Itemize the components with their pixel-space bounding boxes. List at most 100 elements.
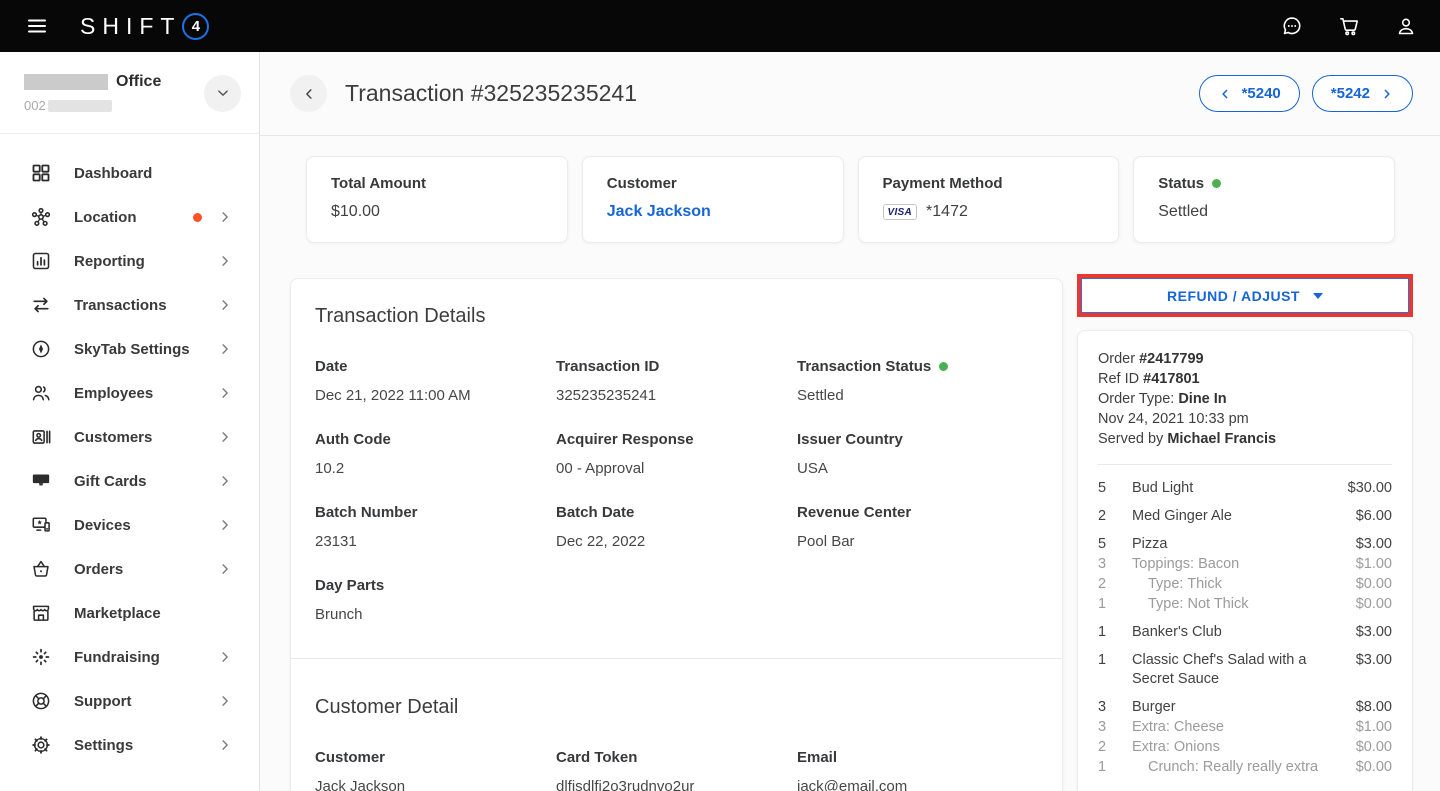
sidebar-item-reporting[interactable]: Reporting: [0, 239, 259, 283]
summary-card-label: Total Amount: [331, 175, 543, 192]
item-name: Extra: Onions: [1132, 738, 1356, 757]
sidebar-item-orders[interactable]: Orders: [0, 547, 259, 591]
field-label: Transaction Status: [797, 358, 1038, 375]
field-batch-number: Batch Number23131: [315, 504, 556, 551]
field-value: 10.2: [315, 460, 556, 478]
order-sidebar: REFUND / ADJUST Order #2417799Ref ID #41…: [1077, 274, 1413, 791]
item-name: Type: Not Thick: [1132, 595, 1356, 614]
item-name: Type: Thick: [1132, 575, 1356, 594]
visa-badge: VISA: [883, 204, 918, 220]
order-info-line: Ref ID #417801: [1098, 369, 1392, 389]
sidebar-item-fundraising[interactable]: Fundraising: [0, 635, 259, 679]
sidebar-nav: DashboardLocation Reporting TransactionsSk…: [0, 134, 259, 784]
top-bar: SHIFT 4: [0, 0, 1440, 52]
dashboard-icon: [30, 162, 52, 184]
settings-icon: [30, 734, 52, 756]
summary-card-label: Customer: [607, 175, 819, 192]
transaction-details-grid: DateDec 21, 2022 11:00 AMTransaction ID3…: [291, 358, 1062, 624]
sidebar-item-gift-cards[interactable]: Gift Cards: [0, 459, 259, 503]
item-qty: 3: [1098, 698, 1132, 717]
prev-transaction-button[interactable]: *5240: [1199, 75, 1300, 112]
orders-icon: [30, 558, 52, 580]
order-item-modifier: 1Type: Not Thick$0.00: [1098, 595, 1392, 614]
field-label: Batch Number: [315, 504, 556, 521]
field-value: Dec 22, 2022: [556, 533, 797, 551]
transactions-icon: [30, 294, 52, 316]
sidebar-item-label: Settings: [74, 737, 133, 754]
field-day-parts: Day PartsBrunch: [315, 577, 556, 624]
order-item: 1Classic Chef's Salad with a Secret Sauc…: [1098, 651, 1392, 689]
summary-card-total-amount: Total Amount$10.00: [306, 156, 568, 243]
order-info-line: Served by Michael Francis: [1098, 429, 1392, 449]
field-batch-date: Batch Date Dec 22, 2022: [556, 504, 797, 551]
item-qty: 3: [1098, 718, 1132, 737]
summary-cards-row: Total Amount$10.00CustomerJack JacksonPa…: [306, 156, 1395, 243]
item-qty: 2: [1098, 738, 1132, 757]
item-price: $30.00: [1348, 479, 1392, 498]
field-transaction-id: Transaction ID325235235241: [556, 358, 797, 405]
sidebar-item-support[interactable]: Support: [0, 679, 259, 723]
sidebar-item-transactions[interactable]: Transactions: [0, 283, 259, 327]
order-info-line: Nov 24, 2021 10:33 pm: [1098, 409, 1392, 429]
chat-icon[interactable]: [1280, 14, 1304, 38]
field-value: 00 - Approval: [556, 460, 797, 478]
item-name: Crunch: Really really extra: [1132, 758, 1356, 777]
office-dropdown-button[interactable]: [204, 75, 241, 112]
status-dot: [1212, 179, 1221, 188]
transaction-details-card: Transaction Details DateDec 21, 2022 11:…: [290, 278, 1063, 791]
order-item-modifier: 2Extra: Onions$0.00: [1098, 738, 1392, 757]
customers-icon: [30, 426, 52, 448]
field-label: Email: [797, 749, 1038, 766]
field-label: Batch Date: [556, 504, 797, 521]
sidebar: Office 002 DashboardLocation Reporting Tra…: [0, 52, 260, 791]
item-name: Burger: [1132, 698, 1356, 717]
next-transaction-label: *5242: [1331, 85, 1370, 102]
field-label: Customer: [315, 749, 556, 766]
field-label: Issuer Country: [797, 431, 1038, 448]
reporting-icon: [30, 250, 52, 272]
devices-icon: [30, 514, 52, 536]
order-item: 5Bud Light$30.00: [1098, 479, 1392, 498]
office-selector: Office 002: [0, 52, 259, 134]
item-price: $0.00: [1356, 595, 1392, 614]
skytab-settings-icon: [30, 338, 52, 360]
refund-adjust-button[interactable]: REFUND / ADJUST: [1081, 278, 1409, 313]
next-transaction-button[interactable]: *5242: [1312, 75, 1413, 112]
chevron-right-icon: [217, 561, 233, 577]
sidebar-item-skytab-settings[interactable]: SkyTab Settings: [0, 327, 259, 371]
order-item-modifier: 3Toppings: Bacon$1.00: [1098, 555, 1392, 574]
office-name: Office: [116, 73, 161, 91]
item-qty: 3: [1098, 555, 1132, 574]
item-price: $0.00: [1356, 758, 1392, 777]
sidebar-item-location[interactable]: Location: [0, 195, 259, 239]
order-item-modifier: 2Type: Thick$0.00: [1098, 575, 1392, 594]
summary-card-status: StatusSettled: [1133, 156, 1395, 243]
account-icon[interactable]: [1394, 14, 1418, 38]
order-info-line: Order Type: Dine In: [1098, 389, 1392, 409]
customer-link[interactable]: Jack Jackson: [607, 201, 819, 223]
field-value: Settled: [797, 387, 1038, 405]
sidebar-item-label: Reporting: [74, 253, 145, 270]
prev-transaction-label: *5240: [1242, 85, 1281, 102]
refund-adjust-label: REFUND / ADJUST: [1167, 288, 1300, 304]
sidebar-item-settings[interactable]: Settings: [0, 723, 259, 767]
field-value: Dec 21, 2022 11:00 AM: [315, 387, 556, 405]
hamburger-menu-button[interactable]: [25, 14, 49, 38]
support-icon: [30, 690, 52, 712]
field-label: Day Parts: [315, 577, 556, 594]
summary-card-value: Settled: [1158, 201, 1370, 223]
sidebar-item-marketplace[interactable]: Marketplace: [0, 591, 259, 635]
redacted-office-name: [24, 74, 108, 90]
field-auth-code: Auth Code10.2: [315, 431, 556, 478]
office-code: 002: [24, 98, 46, 113]
cart-icon[interactable]: [1337, 14, 1361, 38]
sidebar-item-dashboard[interactable]: Dashboard: [0, 151, 259, 195]
gift-cards-icon: [30, 470, 52, 492]
fundraising-icon: [30, 646, 52, 668]
item-price: $1.00: [1356, 718, 1392, 737]
sidebar-item-customers[interactable]: Customers: [0, 415, 259, 459]
chevron-right-icon: [217, 649, 233, 665]
back-button[interactable]: [290, 75, 327, 112]
sidebar-item-employees[interactable]: Employees: [0, 371, 259, 415]
sidebar-item-devices[interactable]: Devices: [0, 503, 259, 547]
